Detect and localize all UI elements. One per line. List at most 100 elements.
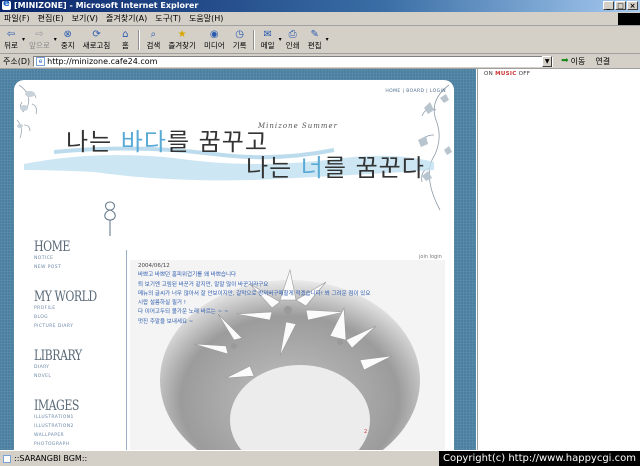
stop-button[interactable]: ⊗ 중지 <box>61 28 75 51</box>
forward-arrow-icon: ⇨ <box>35 28 44 40</box>
post-line: 메뉴의 글씨가 너무 많아서 잘 안보이지만, 갈막으로 방꺼버구매할게 적겠습… <box>138 290 371 297</box>
home-button[interactable]: ⌂ 홈 <box>118 28 132 51</box>
edit-button[interactable]: ✎ 편집 <box>308 28 322 51</box>
left-navigation: HOME NOTICE NEW POST MY WORLD PROFILE BL… <box>34 238 114 450</box>
forward-dropdown[interactable]: ▾ <box>54 36 57 43</box>
home-label: 홈 <box>121 41 129 50</box>
status-bar: ::SARANGBI BGM:: Copyright(c) http://www… <box>0 450 640 466</box>
edit-label: 편집 <box>307 41 322 50</box>
favorites-label: 즐겨찾기 <box>168 41 196 50</box>
edit-icon: ✎ <box>310 28 319 40</box>
nav-item-wallpaper[interactable]: WALLPAPER <box>34 431 114 440</box>
edit-dropdown[interactable]: ▾ <box>326 36 329 43</box>
status-text: ::SARANGBI BGM:: <box>14 454 88 463</box>
post-line: 멋진 주말을 보내세요 ~ <box>138 318 194 325</box>
top-links[interactable]: HOME | BOARD | LOGIN <box>385 89 446 94</box>
back-dropdown[interactable]: ▾ <box>22 36 25 43</box>
music-toggle[interactable]: ON MUSIC OFF <box>484 71 530 77</box>
history-label: 기록 <box>232 41 247 50</box>
media-button[interactable]: ◉ 미디어 <box>204 28 225 51</box>
heading-line1: 나는 바다를 꿈꾸고 <box>66 128 268 156</box>
ie-icon <box>2 0 11 10</box>
nav-title-images[interactable]: IMAGES <box>34 397 114 415</box>
stop-icon: ⊗ <box>63 28 72 40</box>
window-controls: _ □ × <box>603 1 638 10</box>
nav-section-home: HOME NOTICE NEW POST <box>34 238 114 272</box>
post-date: 2004/06/12 <box>138 263 170 269</box>
go-label: 이동 <box>570 56 586 66</box>
refresh-button[interactable]: ⟳ 새로고침 <box>83 28 111 51</box>
favorites-star-icon: ★ <box>177 28 187 40</box>
nav-section-my-world: MY WORLD PROFILE BLOG PICTURE DIARY <box>34 288 114 331</box>
menu-favorites[interactable]: 즐겨찾기(A) <box>102 13 151 24</box>
page-icon: e <box>36 56 46 66</box>
post-line: 바쁘고 바쁘던 홈피위겁기를 왜 바쁘습니다 <box>138 272 237 279</box>
menu-help[interactable]: 도움말(H) <box>185 13 227 24</box>
copyright-label: Copyright(c) http://www.happycgi.com <box>438 451 640 466</box>
go-arrow-icon: ➡ <box>561 56 569 66</box>
toolbar-separator <box>252 29 255 50</box>
links-button[interactable]: 연결 <box>595 56 610 67</box>
history-button[interactable]: ◷ 기록 <box>233 28 247 51</box>
address-url: http://minizone.cafe24.com <box>47 56 158 66</box>
mail-button[interactable]: ✉ 메일 <box>261 28 275 51</box>
nav-item-novel[interactable]: NOVEL <box>34 372 114 381</box>
menu-tools[interactable]: 도구(T) <box>151 13 185 24</box>
media-icon: ◉ <box>209 28 219 40</box>
brand-script: Minizone Summer <box>258 122 338 130</box>
mail-label: 메일 <box>260 41 275 50</box>
window-title-bar[interactable]: [MINIZONE] - Microsoft Internet Explorer… <box>0 0 640 12</box>
address-dropdown[interactable]: ▼ <box>542 55 553 67</box>
site-paper: HOME | BOARD | LOGIN 나는 바다를 꿈꾸고 Minizone… <box>14 80 454 450</box>
stop-label: 중지 <box>60 41 75 50</box>
menu-edit[interactable]: 편집(E) <box>34 13 68 24</box>
nav-item-blog[interactable]: BLOG <box>34 313 114 322</box>
nav-title-my-world[interactable]: MY WORLD <box>34 288 114 306</box>
nav-item-photograph[interactable]: PHOTOGRAPH <box>34 440 114 449</box>
search-button[interactable]: ⌕ 검색 <box>146 28 160 51</box>
post-line: 다 이어고두되 볼가운 노래 바르는 ~ ~ <box>138 309 229 316</box>
nav-item-picture-diary[interactable]: PICTURE DIARY <box>34 322 114 331</box>
maximize-button[interactable]: □ <box>615 1 626 10</box>
toolbar-separator <box>138 29 141 50</box>
window-title: [MINIZONE] - Microsoft Internet Explorer <box>14 1 199 10</box>
browser-viewport: HOME | BOARD | LOGIN 나는 바다를 꿈꾸고 Minizone… <box>0 69 640 450</box>
mail-dropdown[interactable]: ▾ <box>279 36 282 43</box>
back-label: 뒤로 <box>4 41 18 50</box>
search-label: 검색 <box>146 41 161 50</box>
nav-title-library[interactable]: LIBRARY <box>34 347 114 365</box>
forward-label: 앞으로 <box>29 41 50 50</box>
side-frame: ON MUSIC OFF <box>477 69 640 450</box>
refresh-label: 새로고침 <box>82 41 111 50</box>
address-input[interactable]: e http://minizone.cafe24.com ▼ <box>33 55 554 67</box>
main-frame: HOME | BOARD | LOGIN 나는 바다를 꿈꾸고 Minizone… <box>0 69 476 450</box>
nav-item-illustration2[interactable]: ILLUSTRATION2 <box>34 422 114 431</box>
close-button[interactable]: × <box>627 1 638 10</box>
post-line: 시랍 설름하실 필거 ! <box>138 300 186 307</box>
ornament-icon <box>104 201 116 236</box>
minimize-button[interactable]: _ <box>603 1 614 10</box>
nav-title-home[interactable]: HOME <box>34 238 114 256</box>
heading-line2: 나는 너를 꿈꾼다 <box>246 154 425 182</box>
nav-divider <box>126 250 127 450</box>
back-button[interactable]: ⇦ 뒤로 <box>4 28 18 51</box>
nav-section-library: LIBRARY DIARY NOVEL <box>34 347 114 381</box>
search-icon: ⌕ <box>150 28 157 40</box>
page-number[interactable]: 2 <box>364 429 367 435</box>
nav-item-new-post[interactable]: NEW POST <box>34 263 114 272</box>
address-label: 주소(D) <box>3 56 31 66</box>
menu-bar: 파일(F) 편집(E) 보기(V) 즐겨찾기(A) 도구(T) 도움말(H) <box>0 12 640 26</box>
media-label: 미디어 <box>203 41 225 50</box>
go-button[interactable]: ➡ 이동 <box>561 56 585 67</box>
site-heading: 나는 바다를 꿈꾸고 Minizone Summer 나는 너를 꿈꾼다 <box>14 100 454 200</box>
menu-file[interactable]: 파일(F) <box>0 13 34 24</box>
print-label: 인쇄 <box>285 41 300 50</box>
windows-logo-icon <box>618 12 640 25</box>
favorites-button[interactable]: ★ 즐겨찾기 <box>168 28 196 51</box>
refresh-icon: ⟳ <box>92 28 101 40</box>
print-button[interactable]: ⎙ 인쇄 <box>286 28 300 51</box>
forward-button[interactable]: ⇨ 앞으로 <box>29 28 50 51</box>
standard-toolbar: ⇦ 뒤로 ▾ ⇨ 앞으로 ▾ ⊗ 중지 ⟳ 새로고침 ⌂ 홈 ⌕ 검색 ★ 즐겨… <box>0 26 640 54</box>
menu-view[interactable]: 보기(V) <box>68 13 102 24</box>
post-content: 2004/06/12 바쁘고 바쁘던 홈피위겁기를 왜 바쁘습니다 퇴 보기엔 … <box>138 262 438 327</box>
